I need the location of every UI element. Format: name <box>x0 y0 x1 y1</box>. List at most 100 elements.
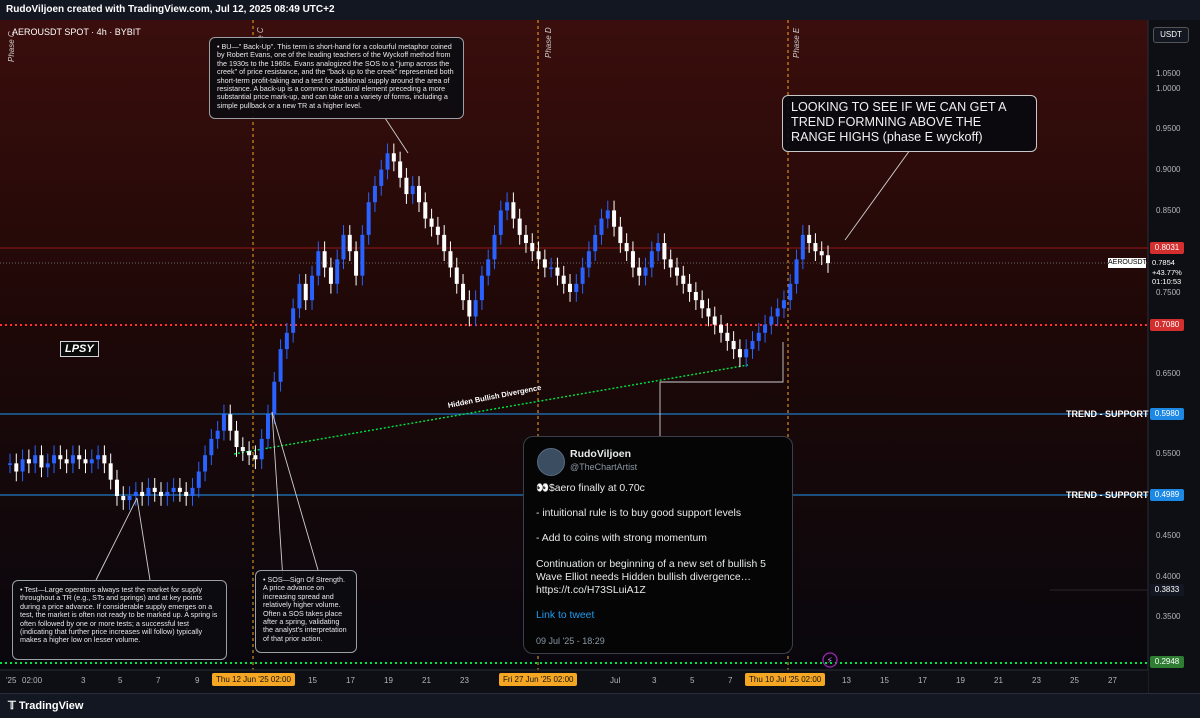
phase-d-label: Phase D <box>544 27 553 58</box>
time-tick: 15 <box>880 676 889 685</box>
candle-body <box>96 455 101 460</box>
time-tag-phase-d: Fri 27 Jun '25 02:00 <box>499 673 578 686</box>
trend-support-label-1: TREND - SUPPORT <box>1066 409 1149 419</box>
time-tick: 21 <box>422 676 431 685</box>
candle-body <box>624 243 629 252</box>
candle-body <box>335 259 340 284</box>
candle-body <box>140 491 145 496</box>
candle-body <box>435 226 440 235</box>
candle-body <box>473 300 478 317</box>
avatar <box>537 448 565 476</box>
candle-body <box>530 243 535 252</box>
candle-body <box>417 185 421 203</box>
lpsy-label: LPSY <box>60 341 99 357</box>
candle-body <box>108 463 113 480</box>
bu-note: • BU—" Back-Up". This term is short-hand… <box>209 37 464 119</box>
candle-body <box>442 234 447 252</box>
tweet-card[interactable]: RudoViljoen @TheChartArtist 👀$aero final… <box>523 436 793 654</box>
candle-body <box>26 459 31 464</box>
candle-body <box>14 463 19 472</box>
current-symbol-tag: AEROUSDT <box>1108 258 1147 268</box>
candle-body <box>89 459 94 464</box>
currency-button[interactable]: USDT <box>1153 27 1189 43</box>
time-tick: '25 <box>6 676 17 685</box>
candle-body <box>756 332 761 341</box>
candle-body <box>662 243 667 260</box>
candle-body <box>593 234 598 252</box>
candle-body <box>498 210 503 235</box>
candle-body <box>310 275 315 301</box>
price-tick: 0.9500 <box>1156 124 1181 133</box>
tweet-line-1: 👀$aero finally at 0.70c <box>536 483 645 494</box>
candle-body <box>20 459 25 472</box>
candle-body <box>605 210 610 219</box>
candle-body <box>505 202 510 211</box>
symbol-label: AEROUSDT SPOT · 4h · BYBIT <box>12 27 141 37</box>
price-tick: 0.9000 <box>1156 165 1181 174</box>
time-tag-phase-e: Thu 10 Jul '25 02:00 <box>745 673 826 686</box>
test-note: • Test—Large operators always test the m… <box>12 580 227 660</box>
time-tick: 5 <box>118 676 123 685</box>
candle-body <box>83 459 88 464</box>
candle-body <box>272 381 277 415</box>
price-tick: 0.4000 <box>1156 572 1181 581</box>
candle-body <box>744 349 749 358</box>
footer-bar: 𝕋 TradingView <box>0 693 1200 718</box>
candle-body <box>486 259 491 276</box>
candle-body <box>467 300 472 317</box>
candle-body <box>278 349 283 382</box>
candle-body <box>102 455 107 464</box>
tweet-link[interactable]: Link to tweet <box>536 609 786 622</box>
candle-body <box>517 218 522 235</box>
candle-body <box>372 185 377 203</box>
time-tick: 21 <box>994 676 1003 685</box>
price-tag-support-1: 0.5980 <box>1150 408 1184 420</box>
current-countdown: 01:10:53 <box>1152 277 1182 286</box>
candle-body <box>568 283 573 292</box>
candle-body <box>479 275 484 301</box>
candle-body <box>781 300 786 309</box>
candle-body <box>240 447 245 452</box>
candle-body <box>807 234 812 244</box>
candle-body <box>45 463 50 468</box>
candle-body <box>165 491 170 496</box>
candle-body <box>291 308 296 333</box>
chart-title: RudoViljoen created with TradingView.com… <box>6 4 335 15</box>
footer-brand: TradingView <box>18 700 84 712</box>
candle-body <box>819 251 824 256</box>
time-tick: 15 <box>308 676 317 685</box>
candle-body <box>586 251 591 268</box>
price-tick: 0.8500 <box>1156 206 1181 215</box>
candle-body <box>385 153 390 170</box>
candle-body <box>284 332 289 350</box>
time-tick: 02:00 <box>22 676 43 685</box>
candle-body <box>196 471 201 488</box>
candle-body <box>788 283 793 301</box>
candle-body <box>511 202 516 219</box>
candle-body <box>687 283 692 292</box>
time-tick: 23 <box>1032 676 1041 685</box>
price-tag-0383: 0.3833 <box>1150 584 1184 596</box>
candle-body <box>813 243 818 252</box>
price-tag-resistance: 0.8031 <box>1150 242 1184 254</box>
candle-body <box>328 267 333 284</box>
candle-body <box>656 243 661 252</box>
candle-body <box>737 349 742 358</box>
candle-body <box>750 340 755 350</box>
price-tick: 0.3500 <box>1156 612 1181 621</box>
price-tick: 0.6500 <box>1156 369 1181 378</box>
candle-body <box>706 308 711 317</box>
price-tick: 0.7500 <box>1156 288 1181 297</box>
candle-body <box>637 267 642 276</box>
candle-body <box>33 455 38 464</box>
tweet-line-4: Continuation or beginning of a new set o… <box>536 559 766 596</box>
candle-body <box>354 251 359 276</box>
candle-body <box>64 459 69 464</box>
candle-body <box>209 438 214 456</box>
candle-body <box>247 451 252 456</box>
price-tick: 1.0000 <box>1156 84 1181 93</box>
current-price: 0.7854 <box>1152 258 1175 267</box>
price-tag-support-2: 0.4989 <box>1150 489 1184 501</box>
candle-body <box>58 455 63 460</box>
current-price-info: 0.7854 +43.77% 01:10:53 <box>1152 258 1182 287</box>
